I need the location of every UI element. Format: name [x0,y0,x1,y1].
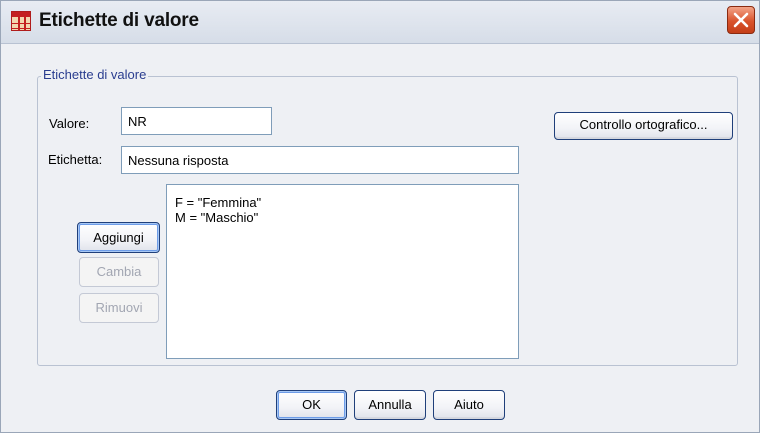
help-button[interactable]: Aiuto [433,390,505,420]
close-icon [733,12,749,28]
label-input[interactable]: Nessuna risposta [121,146,519,174]
value-label: Valore: [49,116,90,131]
change-button[interactable]: Cambia [79,257,159,287]
title-bar: Etichette di valore [1,1,759,44]
remove-button[interactable]: Rimuovi [79,293,159,323]
dialog-title: Etichette di valore [39,10,199,31]
list-item[interactable]: M = "Maschio" [175,210,518,225]
cancel-button[interactable]: Annulla [354,390,426,420]
label-label: Etichetta: [48,152,103,167]
ok-button[interactable]: OK [276,390,347,420]
spelling-button[interactable]: Controllo ortografico... [554,112,733,140]
close-button[interactable] [727,6,755,34]
add-button[interactable]: Aggiungi [77,222,160,253]
spss-grid-icon [11,11,31,31]
value-labels-list[interactable]: F = "Femmina" M = "Maschio" [166,184,519,359]
value-input[interactable]: NR [121,107,272,135]
value-labels-dialog: Etichette di valore Etichette di valore … [0,0,760,433]
group-legend: Etichette di valore [41,67,149,82]
list-item[interactable]: F = "Femmina" [175,195,518,210]
